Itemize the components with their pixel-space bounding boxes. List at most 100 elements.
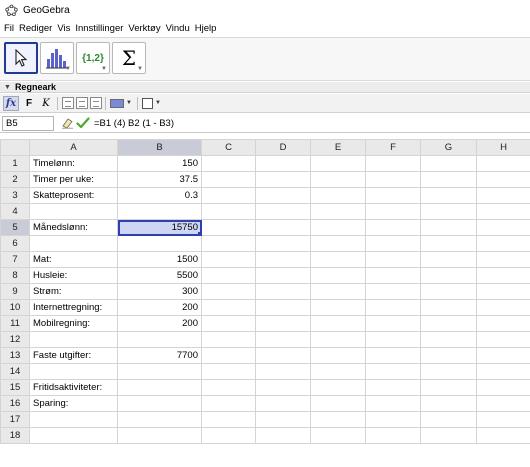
cell-c[interactable] <box>201 267 256 284</box>
cell-f[interactable] <box>365 379 421 396</box>
cell-b[interactable] <box>117 427 202 444</box>
cell-c[interactable] <box>201 315 256 332</box>
cell-c[interactable] <box>201 379 256 396</box>
cell-d[interactable] <box>255 203 311 220</box>
cell-b[interactable] <box>117 203 202 220</box>
row-header[interactable]: 13 <box>0 347 30 364</box>
cell-b[interactable] <box>117 379 202 396</box>
row-header[interactable]: 6 <box>0 235 30 252</box>
cell-b[interactable]: 5500 <box>117 267 202 284</box>
row-header[interactable]: 7 <box>0 251 30 268</box>
cell-c[interactable] <box>201 395 256 412</box>
cell-h[interactable] <box>476 363 530 380</box>
cell-g[interactable] <box>420 235 477 252</box>
cell-e[interactable] <box>310 299 366 316</box>
move-tool-button[interactable] <box>4 42 38 74</box>
column-header-h[interactable]: H <box>476 139 530 156</box>
cell-c[interactable] <box>201 331 256 348</box>
row-header[interactable]: 12 <box>0 331 30 348</box>
cell-f[interactable] <box>365 283 421 300</box>
row-header[interactable]: 2 <box>0 171 30 188</box>
cell-g[interactable] <box>420 395 477 412</box>
cell-a[interactable]: Timer per uke: <box>29 171 118 188</box>
cell-g[interactable] <box>420 267 477 284</box>
checkmark-icon[interactable] <box>76 116 90 130</box>
cell-g[interactable] <box>420 251 477 268</box>
cell-e[interactable] <box>310 187 366 204</box>
cell-c[interactable] <box>201 219 256 236</box>
column-header-c[interactable]: C <box>201 139 256 156</box>
cell-e[interactable] <box>310 315 366 332</box>
cell-e[interactable] <box>310 203 366 220</box>
cell-f[interactable] <box>365 331 421 348</box>
cell-a[interactable] <box>29 235 118 252</box>
cell-g[interactable] <box>420 347 477 364</box>
cell-b[interactable]: 37.5 <box>117 171 202 188</box>
cell-h[interactable] <box>476 427 530 444</box>
cell-h[interactable] <box>476 155 530 172</box>
cell-e[interactable] <box>310 171 366 188</box>
chevron-down-icon[interactable]: ▼ <box>126 100 132 106</box>
cell-d[interactable] <box>255 171 311 188</box>
cell-a[interactable]: Internettregning: <box>29 299 118 316</box>
row-header[interactable]: 9 <box>0 283 30 300</box>
cell-h[interactable] <box>476 299 530 316</box>
formula-toggle-button[interactable]: fx <box>3 95 19 111</box>
cell-g[interactable] <box>420 155 477 172</box>
cell-b[interactable]: 200 <box>117 299 202 316</box>
cell-e[interactable] <box>310 379 366 396</box>
row-header[interactable]: 18 <box>0 427 30 444</box>
cell-g[interactable] <box>420 283 477 300</box>
cell-h[interactable] <box>476 379 530 396</box>
cell-b[interactable]: 300 <box>117 283 202 300</box>
cell-e[interactable] <box>310 283 366 300</box>
cell-c[interactable] <box>201 427 256 444</box>
cell-b[interactable] <box>117 411 202 428</box>
cell-e[interactable] <box>310 251 366 268</box>
cell-a[interactable]: Timelønn: <box>29 155 118 172</box>
cell-f[interactable] <box>365 427 421 444</box>
cell-a[interactable] <box>29 331 118 348</box>
row-header[interactable]: 15 <box>0 379 30 396</box>
cell-e[interactable] <box>310 395 366 412</box>
list-tool-button[interactable]: {1,2} ▼ <box>76 42 110 74</box>
row-header[interactable]: 17 <box>0 411 30 428</box>
cell-f[interactable] <box>365 267 421 284</box>
row-header[interactable]: 11 <box>0 315 30 332</box>
cell-g[interactable] <box>420 187 477 204</box>
cell-reference-field[interactable]: B5 <box>2 115 54 131</box>
cell-d[interactable] <box>255 331 311 348</box>
cell-d[interactable] <box>255 379 311 396</box>
cell-a[interactable]: Månedslønn: <box>29 219 118 236</box>
cell-a[interactable]: Skatteprosent: <box>29 187 118 204</box>
cell-c[interactable] <box>201 283 256 300</box>
cell-c[interactable] <box>201 347 256 364</box>
column-header-b[interactable]: B <box>117 139 202 156</box>
cell-f[interactable] <box>365 363 421 380</box>
menu-settings[interactable]: Innstillinger <box>75 23 123 34</box>
row-header[interactable]: 4 <box>0 203 30 220</box>
cell-d[interactable] <box>255 363 311 380</box>
row-header[interactable]: 5 <box>0 219 30 236</box>
cell-g[interactable] <box>420 299 477 316</box>
cell-f[interactable] <box>365 219 421 236</box>
cell-d[interactable] <box>255 427 311 444</box>
cell-c[interactable] <box>201 411 256 428</box>
cell-g[interactable] <box>420 315 477 332</box>
cell-c[interactable] <box>201 171 256 188</box>
cell-c[interactable] <box>201 363 256 380</box>
align-left-icon[interactable] <box>62 97 74 109</box>
cell-d[interactable] <box>255 155 311 172</box>
cell-e[interactable] <box>310 411 366 428</box>
cell-f[interactable] <box>365 395 421 412</box>
menu-edit[interactable]: Rediger <box>19 23 52 34</box>
cell-h[interactable] <box>476 395 530 412</box>
background-color-icon[interactable] <box>110 98 124 108</box>
cell-c[interactable] <box>201 187 256 204</box>
cell-g[interactable] <box>420 203 477 220</box>
cell-d[interactable] <box>255 299 311 316</box>
cell-c[interactable] <box>201 235 256 252</box>
border-icon[interactable] <box>141 97 153 109</box>
cell-c[interactable] <box>201 155 256 172</box>
align-right-icon[interactable] <box>90 97 102 109</box>
